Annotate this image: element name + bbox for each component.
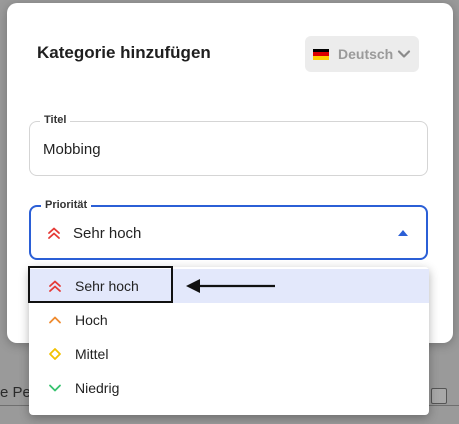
priority-option-hoch[interactable]: Hoch: [29, 303, 429, 337]
double-chevron-up-icon: [48, 227, 60, 239]
chevron-up-icon: [49, 316, 61, 324]
priority-option-label: Mittel: [75, 346, 109, 362]
priority-option-niedrig[interactable]: Niedrig: [29, 371, 429, 405]
title-input-value[interactable]: Mobbing: [43, 141, 101, 158]
caret-up-icon[interactable]: [398, 229, 408, 236]
priority-option-label: Hoch: [75, 312, 108, 328]
chevron-down-icon: [397, 50, 411, 58]
german-flag-icon: [313, 48, 329, 60]
priority-option-mittel[interactable]: Mittel: [29, 337, 429, 371]
priority-option-label: Niedrig: [75, 380, 120, 396]
language-select[interactable]: Deutsch: [305, 36, 419, 72]
background-text-fragment: e Pe: [0, 384, 31, 401]
diamond-icon: [49, 348, 61, 360]
priority-select-value: Sehr hoch: [73, 225, 142, 242]
chevron-down-icon: [49, 384, 61, 392]
priority-field-label: Priorität: [41, 199, 92, 211]
title-field-label: Titel: [40, 114, 71, 126]
highlight-box: [28, 266, 173, 303]
language-select-label: Deutsch: [338, 46, 394, 62]
title-field[interactable]: Titel Mobbing: [29, 114, 428, 176]
arrow-left-icon: [186, 279, 275, 293]
dialog-title: Kategorie hinzufügen: [37, 43, 211, 62]
priority-select[interactable]: Priorität Sehr hoch: [29, 199, 428, 260]
background-checkbox: [431, 388, 447, 404]
